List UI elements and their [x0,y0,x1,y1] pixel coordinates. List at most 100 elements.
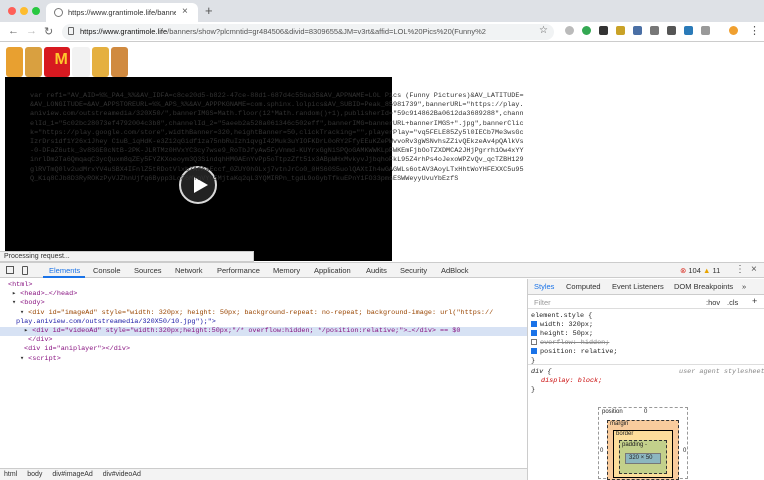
dom-node[interactable]: ▾ <body> [0,299,527,308]
dom-node[interactable]: ▸ <head>…</head> [0,290,527,299]
devtools-tab-application[interactable]: Application [314,266,351,275]
devtools-tab-security[interactable]: Security [400,266,427,275]
devtools-tab-console[interactable]: Console [93,266,121,275]
breadcrumb-item[interactable]: body [27,471,42,478]
style-prop[interactable]: width: 320px; [531,321,593,329]
dom-tree: <html> ▸ <head>…</head> ▾ <body> ▾ <div … [0,279,527,468]
extension-square-icon[interactable] [684,26,693,35]
fries-image [25,47,43,77]
tab-styles[interactable]: Styles [534,282,554,291]
dom-node[interactable]: <html> [0,281,527,290]
box-position-label: position [602,409,623,415]
more-tabs-icon[interactable]: » [742,282,746,291]
styles-tabs: Styles Computed Event Listeners DOM Brea… [528,279,764,295]
devtools-tab-network[interactable]: Network [175,266,203,275]
script-text: var ref1="AV_AID=%%_PA4_%%&AV_IDFA=c8ce2… [30,92,524,183]
breadcrumb-item[interactable]: html [4,471,17,478]
style-prop-disabled[interactable]: overflow: hidden; [531,339,609,347]
box-left-value: 0 [600,448,604,454]
browser-menu-icon[interactable]: ⋮ [749,24,760,37]
forward-icon[interactable]: → [26,25,37,37]
extension-light-icon[interactable] [701,26,710,35]
close-devtools-icon[interactable]: × [751,264,757,275]
dom-node-selected[interactable]: ▸ <div id="videoAd" style="width:320px;h… [0,326,527,337]
error-icon: ⊗ [680,266,687,275]
devtools-tab-sources[interactable]: Sources [134,266,162,275]
mcdonalds-logo: M [44,47,71,77]
active-tab-indicator [43,276,85,278]
dom-node[interactable]: ▾ <div id="imageAd" style="width: 320px;… [0,309,527,318]
hover-state-toggle[interactable]: :hov [706,298,720,307]
extension-gray-icon[interactable] [650,26,659,35]
devtools-tab-audits[interactable]: Audits [366,266,387,275]
warning-icon: ▲ [703,266,711,275]
dom-node[interactable]: ▾ <script> [0,355,527,364]
close-tab-icon[interactable]: × [182,6,188,17]
close-window-icon[interactable] [8,7,16,15]
box-model: position 0 margin border padding - 320 ×… [598,407,688,480]
url-host: https://www.grantimole.life [80,27,168,36]
device-toolbar-icon[interactable] [22,266,28,275]
style-prop[interactable]: position: relative; [531,348,618,356]
maximize-window-icon[interactable] [32,7,40,15]
breadcrumb: html body div#imageAd div#videoAd [0,468,527,480]
tab-computed[interactable]: Computed [566,282,601,291]
devtools-toolbar: Elements Console Sources Network Perform… [0,262,764,278]
style-prop: display: block; [541,377,603,385]
globe-icon [54,8,63,17]
dom-node[interactable]: <div id="aniplayer"></div> [0,345,527,354]
camera-icon[interactable] [667,26,676,35]
extension-blue-icon[interactable] [633,26,642,35]
breadcrumb-item[interactable]: div#imageAd [52,471,92,478]
browser-tab[interactable]: https://www.grantimole.life/banners/show… [46,3,198,22]
divider [528,364,764,365]
new-tab-icon[interactable]: + [205,3,213,18]
rule-selector[interactable]: div { [531,368,551,376]
dom-node[interactable]: play.aniview.com/outstreamedia/320X50/10… [0,318,527,327]
tab-event-listeners[interactable]: Event Listeners [612,282,664,291]
mcdonalds-banner-ad[interactable]: M [6,47,130,77]
tab-dom-breakpoints[interactable]: DOM Breakpoints [674,282,733,291]
address-bar[interactable]: https://www.grantimole.life/banners/show… [62,24,554,40]
devtools-tab-adblock[interactable]: AdBlock [441,266,469,275]
url-text[interactable]: https://www.grantimole.life/banners/show… [80,27,532,36]
devtools-menu-icon[interactable]: ⋮ [735,264,745,275]
warning-count: 11 [712,266,721,275]
extension-dark-icon[interactable] [599,26,608,35]
class-toggle[interactable]: .cls [727,298,738,307]
lock-icon[interactable] [68,27,74,35]
minimize-window-icon[interactable] [20,7,28,15]
style-prop[interactable]: height: 50px; [531,330,593,338]
extension-yellow-icon[interactable] [616,26,625,35]
rule-close: } [531,386,536,394]
extension-circle-icon[interactable] [565,26,574,35]
url-path: /banners/show?plcmntid=gr484506&divid=83… [167,27,486,36]
extension-green-icon[interactable] [582,26,591,35]
box-right-value: 0 [683,448,687,454]
devtools-tab-performance[interactable]: Performance [217,266,260,275]
error-warning-counter[interactable]: ⊗ 104 ▲ 11 [680,266,720,275]
prop-checkbox[interactable] [531,321,537,328]
reload-icon[interactable]: ↻ [44,25,53,38]
devtools-tab-memory[interactable]: Memory [273,266,300,275]
breadcrumb-item[interactable]: div#videoAd [103,471,141,478]
prop-checkbox[interactable] [531,348,537,355]
box-position-value: 0 [644,409,648,415]
new-rule-icon[interactable]: + [752,296,757,306]
box-content: 320 × 50 [625,453,661,464]
bookmark-star-icon[interactable]: ☆ [539,25,548,36]
box-border: border padding - 320 × 50 [613,430,673,478]
spacer-image [72,47,90,77]
prop-checkbox[interactable] [531,339,537,346]
filter-input[interactable]: Filter [534,298,551,307]
devtools-tab-elements[interactable]: Elements [49,266,80,275]
profile-avatar[interactable] [729,26,738,35]
box-padding-label: padding - [622,442,648,448]
back-icon[interactable]: ← [8,25,19,37]
prop-checkbox[interactable] [531,330,537,337]
dom-node[interactable]: </div> [0,336,527,345]
inspect-element-icon[interactable] [6,266,14,274]
rule-selector[interactable]: element.style { [531,312,592,320]
box-border-label: border [616,431,634,437]
box-margin-label: margin [610,421,629,427]
